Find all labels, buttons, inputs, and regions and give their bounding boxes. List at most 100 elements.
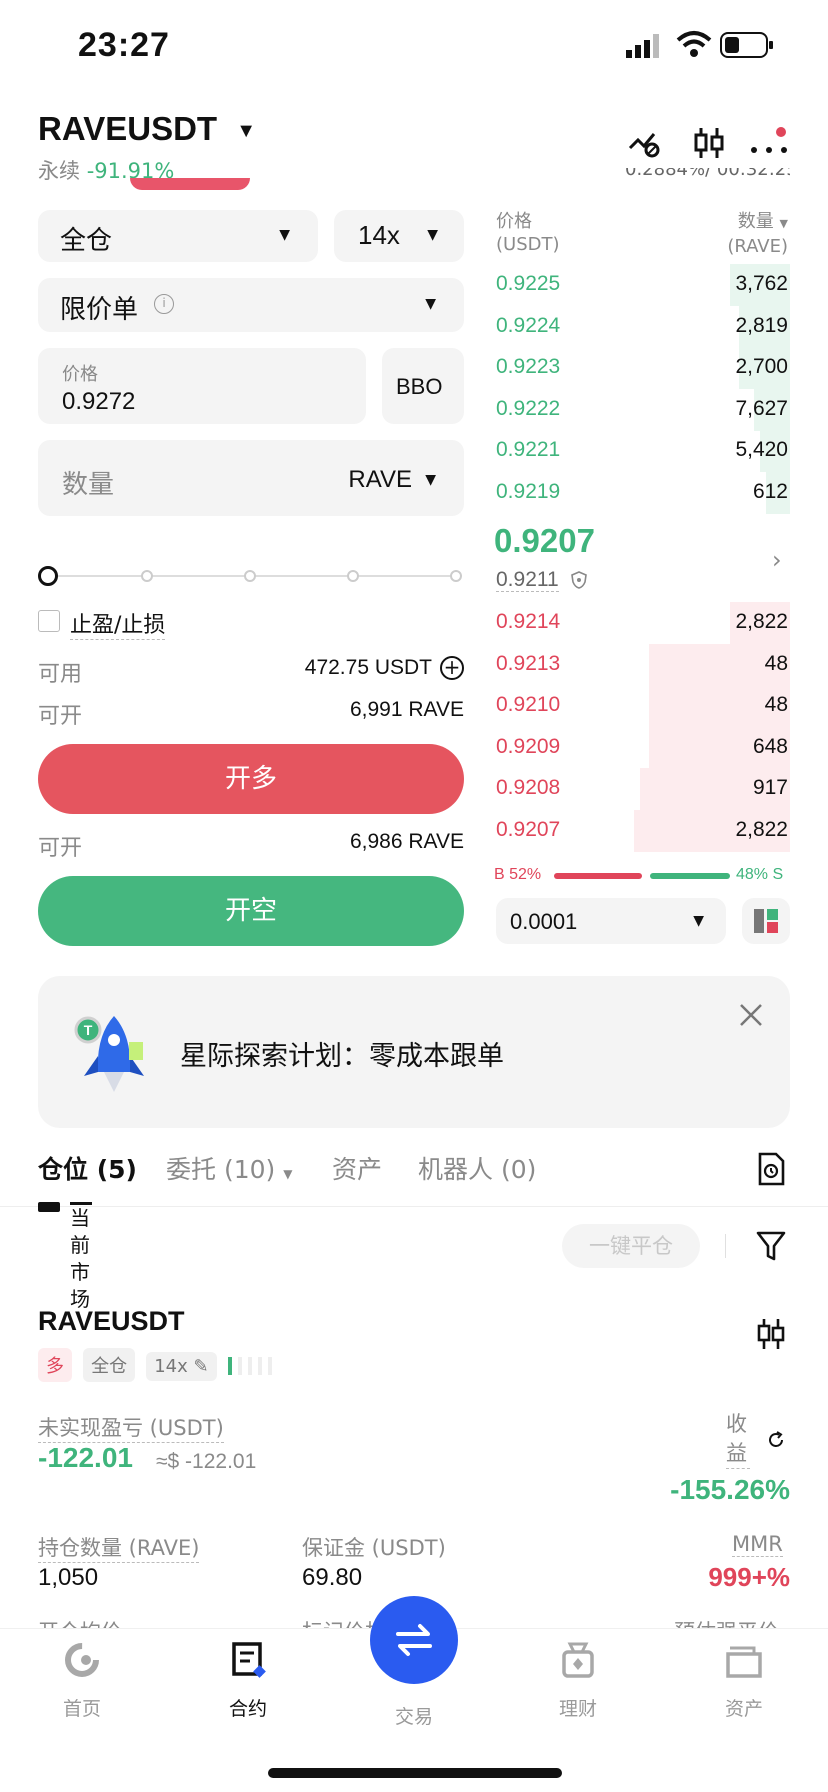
battery-icon <box>720 32 774 58</box>
contract-type: 永续 <box>38 159 80 183</box>
current-market-label: 当前市场 <box>70 1202 92 1313</box>
margin-mode-value: 全仓 <box>60 226 113 256</box>
checkbox <box>38 1202 60 1212</box>
order-type-select[interactable]: 限价单 i ▼ <box>38 278 464 332</box>
price-input[interactable]: 价格 0.9272 <box>38 348 366 424</box>
wallet-icon <box>724 1640 764 1680</box>
nav-trade-label[interactable]: 交易 <box>354 1702 474 1729</box>
symbol-title[interactable]: RAVEUSDT ▼ <box>38 110 256 148</box>
slider-tick <box>141 570 153 582</box>
close-icon[interactable] <box>738 1002 764 1028</box>
leverage-select[interactable]: 14x ▼ <box>334 210 464 262</box>
candlestick-icon[interactable] <box>692 126 726 160</box>
ob-price-header: 价格 (USDT) <box>496 211 560 255</box>
orderbook-row[interactable]: 0.9221 5,420 <box>490 430 790 472</box>
tab-assets[interactable]: 资产 <box>332 1150 382 1186</box>
orderbook-row[interactable]: 0.9208 917 <box>490 768 790 810</box>
caret-down-icon: ▼ <box>425 472 436 488</box>
promo-banner[interactable]: T 星际探索计划：零成本跟单 <box>38 976 790 1128</box>
nav-assets[interactable]: 资产 <box>684 1640 804 1721</box>
orderbook-row[interactable]: 0.9224 2,819 <box>490 305 790 348</box>
add-funds-icon[interactable]: + <box>440 656 464 680</box>
chevron-down-icon: ▼ <box>236 119 257 142</box>
precision-select[interactable]: 0.0001 ▼ <box>496 898 726 944</box>
symbol-name: RAVEUSDT <box>38 110 218 147</box>
nav-home[interactable]: 首页 <box>22 1640 142 1721</box>
futures-icon <box>228 1640 268 1680</box>
ratio-bar-buy <box>554 873 642 879</box>
orderbook-layout-button[interactable] <box>742 898 790 944</box>
mark-price: 0.9211 <box>496 568 587 592</box>
order-type-value: 限价单 <box>60 295 139 325</box>
filter-icon[interactable] <box>756 1230 786 1262</box>
filter-divider <box>725 1234 726 1258</box>
margin-mode-select[interactable]: 全仓 ▼ <box>38 210 318 262</box>
pnl-label[interactable]: 未实现盈亏 (USDT) <box>38 1412 224 1443</box>
tab-positions[interactable]: 仓位 (5) <box>38 1150 137 1186</box>
chart-compare-icon[interactable] <box>628 126 662 160</box>
orderbook-row[interactable]: 0.9210 48 <box>490 685 790 727</box>
chevron-right-icon[interactable]: › <box>772 546 782 574</box>
position-symbol[interactable]: RAVEUSDT <box>38 1306 185 1337</box>
rocket-icon: T <box>74 1012 154 1096</box>
caret-down-icon: ▼ <box>279 227 290 243</box>
orderbook-row[interactable]: 0.9207 2,822 <box>490 809 790 852</box>
tpsl-label[interactable]: 止盈/止损 <box>70 607 166 640</box>
tab-bots[interactable]: 机器人 (0) <box>418 1150 536 1186</box>
max-open-short-label: 可开 <box>38 836 83 861</box>
leverage-tag[interactable]: 14x ✎ <box>146 1352 217 1381</box>
orderbook-row[interactable]: 0.9223 2,700 <box>490 347 790 389</box>
orderbook-price: 0.9224 <box>496 313 561 337</box>
orderbook-qty: 917 <box>752 776 788 799</box>
tpsl-checkbox[interactable] <box>38 610 60 632</box>
mmr-value: 999+% <box>708 1562 790 1592</box>
position-size-label[interactable]: 持仓数量 (RAVE) <box>38 1532 200 1563</box>
orderbook-row[interactable]: 0.9225 3,762 <box>490 264 790 306</box>
orderbook-qty: 48 <box>764 693 788 716</box>
info-icon[interactable]: i <box>154 294 174 314</box>
trade-fab[interactable] <box>370 1596 458 1684</box>
buy-ratio: B 52% <box>494 866 542 883</box>
orderbook-row[interactable]: 0.9213 48 <box>490 643 790 686</box>
quantity-input[interactable]: 数量 RAVE ▼ <box>38 440 464 516</box>
orderbook-price: 0.9222 <box>496 396 561 420</box>
nav-earn[interactable]: 理财 <box>518 1640 638 1721</box>
nav-earn-label: 理财 <box>558 1698 597 1720</box>
max-open-long-value: 6,991 RAVE <box>349 698 464 721</box>
caret-down-icon: ▼ <box>425 296 436 312</box>
tab-orders[interactable]: 委托 (10) ▼ <box>166 1150 292 1186</box>
earn-icon <box>558 1640 598 1680</box>
history-icon[interactable] <box>756 1152 786 1186</box>
mmr-label[interactable]: MMR <box>732 1532 783 1557</box>
ob-qty-header[interactable]: 数量 ▼ (RAVE) <box>680 210 788 258</box>
leverage-value: 14x <box>358 220 400 250</box>
quantity-slider[interactable] <box>38 566 464 586</box>
mode-tag: 全仓 <box>83 1348 136 1382</box>
bbo-button[interactable]: BBO <box>382 348 464 424</box>
slider-tick <box>450 570 462 582</box>
sell-ratio: 48% S <box>736 866 784 883</box>
roi-label[interactable]: 收益 <box>726 1410 750 1469</box>
orderbook-row[interactable]: 0.9209 648 <box>490 726 790 769</box>
refresh-icon[interactable] <box>766 1430 786 1450</box>
orderbook-price: 0.9208 <box>496 776 561 799</box>
nav-futures-label: 合约 <box>228 1698 267 1720</box>
orderbook-row[interactable]: 0.9219 612 <box>490 471 790 514</box>
quantity-unit[interactable]: RAVE <box>348 466 412 494</box>
orderbook-row[interactable]: 0.9222 7,627 <box>490 388 790 431</box>
close-all-button[interactable]: 一键平仓 <box>562 1224 700 1268</box>
orderbook-row[interactable]: 0.9214 2,822 <box>490 602 790 644</box>
bbo-label: BBO <box>396 374 443 399</box>
slider-handle[interactable] <box>38 566 58 586</box>
home-icon <box>62 1640 102 1680</box>
nav-futures[interactable]: 合约 <box>188 1640 308 1721</box>
max-open-short-value: 6,986 RAVE <box>349 830 464 853</box>
more-icon[interactable] <box>750 140 790 153</box>
svg-text:T: T <box>84 1022 93 1038</box>
candlestick-icon[interactable] <box>756 1318 786 1350</box>
ratio-bar <box>554 873 730 879</box>
open-short-button[interactable]: 开空 <box>38 876 464 946</box>
open-long-button[interactable]: 开多 <box>38 744 464 814</box>
orderbook-price: 0.9223 <box>496 355 561 378</box>
margin-value: 69.80 <box>302 1564 363 1591</box>
